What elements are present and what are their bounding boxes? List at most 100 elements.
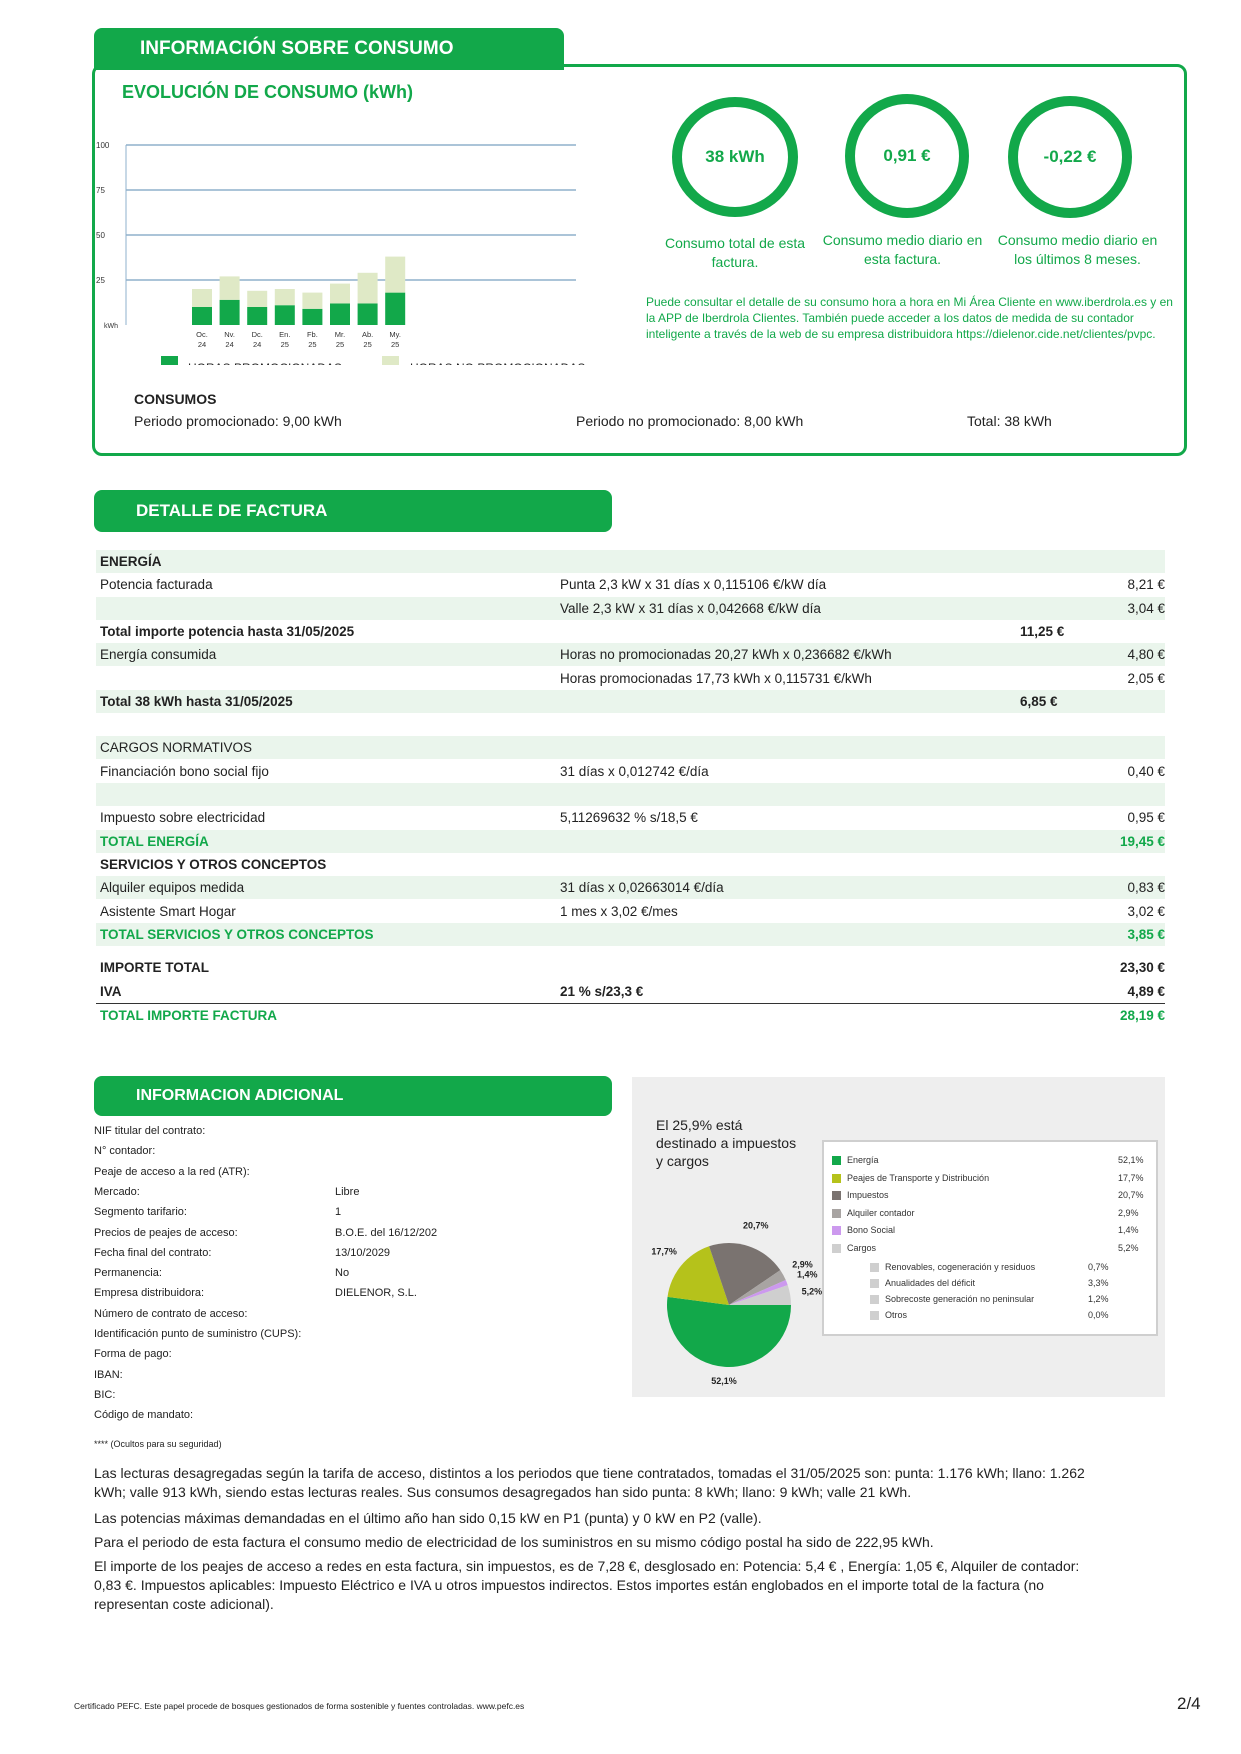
periodo-no-promocionado: Periodo no promocionado: 8,00 kWh [576,413,804,429]
importe-total-label: IMPORTE TOTAL [100,960,209,975]
page-number: 2/4 [1177,1694,1201,1713]
bar-promocionadas [274,305,295,325]
consumo-tab-title: INFORMACIÓN SOBRE CONSUMO [140,38,454,59]
pie-sublegend-item: Otros [870,1310,908,1321]
bar-promocionadas [302,308,323,325]
legend-swatch [832,1208,841,1218]
hidden-note: **** (Ocultos para su seguridad) [94,1439,222,1449]
bar-no-promocionadas [247,290,268,307]
invoice-cell-c3: 6,85 € [1020,693,1058,709]
info-value: 13/10/2029 [335,1246,391,1259]
invoice-row: SERVICIOS Y OTROS CONCEPTOS [96,853,1165,876]
iva-row: IVA 21 % s/23,3 € 4,89 € [96,980,1165,1004]
legend-swatch [832,1173,841,1183]
bar-no-promocionadas [302,292,323,309]
x-tick-label: 25 [391,340,399,349]
legend-percent: 20,7% [1118,1190,1144,1200]
sublegend-name: Anualidades del déficit [885,1278,976,1288]
circle-daily: 0,91 € [845,94,969,218]
invoice-row: Valle 2,3 kW x 31 días x 0,042668 €/kW d… [96,596,1165,620]
consumo-total: Total: 38 kWh [967,413,1052,429]
adicional-tab-title: INFORMACION ADICIONAL [136,1087,344,1104]
invoice-cell-c1: Total 38 kWh hasta 31/05/2025 [100,693,293,709]
y-tick-label: 75 [96,186,105,195]
info-value: 1 [335,1206,342,1219]
info-label: Identificación punto de suministro (CUPS… [94,1328,302,1340]
x-tick-label: 24 [198,340,206,349]
x-tick-label: En. [279,330,290,339]
bar-no-promocionadas [330,283,350,304]
periodo-promocionado: Periodo promocionado: 9,00 kWh [134,413,342,429]
info-label: Peaje de acceso a la red (ATR): [94,1165,250,1178]
invoice-cell-c4: 4,80 € [1127,647,1165,663]
circle-daily-value: 0,91 € [883,146,931,165]
bar-promocionadas [247,307,268,325]
pie-slice-label: 1,4% [797,1270,818,1280]
invoice-cell-c1: Impuesto sobre electricidad [100,810,266,826]
invoice-row: Horas promocionadas 17,73 kWh x 0,115731… [96,667,1165,690]
invoice-row: Total 38 kWh hasta 31/05/2025 6,85 € [96,689,1165,713]
legend-name: Alquiler contador [847,1207,915,1218]
legend-name: Peajes de Transporte y Distribución [847,1172,990,1183]
bar-promocionadas [219,299,240,325]
invoice-row: Asistente Smart Hogar 1 mes x 3,02 €/mes 3… [96,900,1165,923]
legend-percent: 2,9% [1118,1207,1139,1218]
x-tick-label: Mr. [335,330,345,339]
invoice-cell-c2: Horas promocionadas 17,73 kWh x 0,115731… [560,670,872,686]
legend-name: Cargos [847,1242,877,1253]
bar-no-promocionadas [357,272,378,304]
invoice-row: Total importe potencia hasta 31/05/2025 1… [96,620,1165,643]
info-label: Segmento tarifario: [94,1206,187,1219]
circle-total: 38 kWh [672,97,798,217]
pie-slice [667,1296,791,1367]
invoice-cell-c2: Punta 2,3 kW x 31 días x 0,115106 €/kW d… [560,577,827,593]
importe-total-value: 23,30 € [1119,960,1165,975]
info-label: BIC: [94,1388,116,1401]
sublegend-percent: 0,7% [1088,1262,1109,1272]
invoice-cell-c1: CARGOS NORMATIVOS [100,740,253,756]
legend-swatch [832,1226,841,1236]
bar-no-promocionadas [192,289,212,307]
pie-legend-item: Energía [832,1155,879,1166]
bar-no-promocionadas [385,256,406,293]
legend-swatch-no-promocionadas [382,356,399,365]
invoice-cell-c4: 0,95 € [1127,810,1165,826]
consumo-note: Puede consultar el detalle de su consumo… [646,295,1173,341]
invoice-cell-c4: 8,21 € [1127,577,1165,593]
x-tick-label: 25 [336,340,344,349]
detalle-tab: DETALLE DE FACTURA [94,490,612,532]
legend-swatch-promocionadas [161,356,178,365]
invoice-row: Energía consumida Horas no promocionadas … [96,643,1165,667]
info-value: No [335,1267,350,1280]
info-label: Mercado: [94,1185,140,1198]
info-value: Libre [335,1185,360,1198]
info-label: Código de mandato: [94,1409,194,1422]
invoice-cell-c2: 31 días x 0,02663014 €/día [560,880,724,896]
invoice-cell-c4: 0,40 € [1127,763,1165,779]
invoice-cell-c1: Energía consumida [100,647,217,663]
bar-no-promocionadas [274,289,295,306]
legend-swatch [870,1295,879,1305]
invoice-cell-c1: Financiación bono social fijo [100,763,269,779]
iva-calc: 21 % s/23,3 € [560,984,644,999]
y-tick-label: 50 [96,231,105,240]
invoice-cell-c1: ENERGÍA [100,554,162,569]
info-label: Empresa distribuidora: [94,1287,205,1300]
invoice-cell-c2: 31 días x 0,012742 €/día [560,763,709,779]
pie-legend-item: Peajes de Transporte y Distribución [832,1173,989,1183]
invoice-row: Financiación bono social fijo 31 días x 0… [96,760,1165,783]
circle-avg: -0,22 € [1008,96,1132,218]
invoice-row [96,713,1165,736]
para-potencias: Las potencias máximas demandadas en el ú… [94,1510,762,1526]
invoice-cell-c2: 1 mes x 3,02 €/mes [560,903,678,919]
invoice-row [96,783,1165,806]
x-tick-label: 25 [308,340,316,349]
invoice-row: Alquiler equipos medida 31 días x 0,02663… [96,876,1165,900]
pie-sublegend-item: Sobrecoste generación no peninsular [870,1294,1034,1305]
invoice-cell-c1: TOTAL SERVICIOS Y OTROS CONCEPTOS [100,926,374,942]
sublegend-name: Otros [885,1310,908,1320]
sublegend-name: Renovables, cogeneración y residuos [885,1262,1036,1272]
info-label: NIF titular del contrato: [94,1125,206,1137]
invoice-cell-c1: Total importe potencia hasta 31/05/2025 [100,623,355,639]
x-tick-label: My. [389,330,401,339]
